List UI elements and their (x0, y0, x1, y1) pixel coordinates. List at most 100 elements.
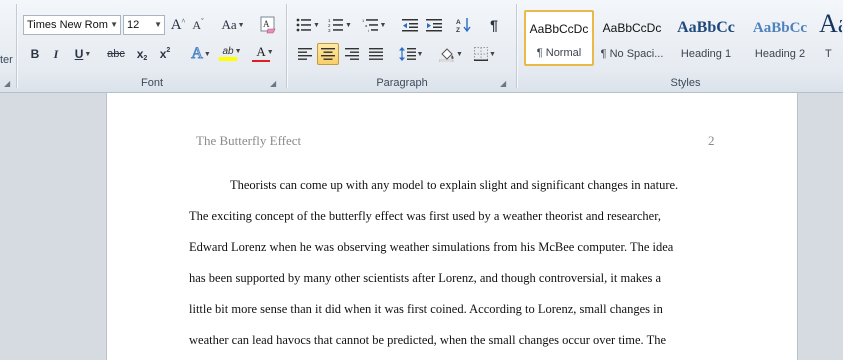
style-sample: AaBbCc (752, 20, 808, 36)
font-color-button[interactable]: A ▼ (251, 43, 279, 63)
strikethrough-icon: abc (107, 48, 125, 60)
change-case-button[interactable]: Aa ▼ (219, 15, 247, 35)
highlight-color-swatch (219, 56, 237, 61)
strikethrough-button[interactable]: abc (104, 44, 128, 64)
superscript-icon: x (159, 47, 167, 61)
borders-icon (474, 47, 489, 61)
bullets-button[interactable]: ▼ (294, 15, 322, 35)
align-right-icon (345, 48, 359, 60)
style-heading-2[interactable]: AaBbCc Heading 2 (744, 10, 816, 66)
text-line[interactable]: Edward Lorenz when he was observing weat… (189, 236, 715, 267)
font-size-value: 12 (127, 19, 140, 31)
running-header-title[interactable]: The Butterfly Effect (196, 133, 301, 149)
text-line[interactable]: has been supported by many other scienti… (189, 267, 715, 298)
superscript-button[interactable]: x2 (155, 44, 175, 64)
svg-text:i: i (368, 28, 369, 32)
text-effects-icon: A (191, 45, 204, 63)
align-center-icon (321, 48, 335, 60)
style-sample: AaBbCcDc (602, 21, 662, 35)
underline-button[interactable]: U ▼ (70, 44, 96, 64)
document-body[interactable]: Theorists can come up with any model to … (189, 174, 715, 360)
multilevel-list-button[interactable]: 1 a i ▼ (359, 15, 389, 35)
multilevel-list-icon: 1 a i (362, 18, 378, 32)
style-name: Heading 1 (680, 48, 732, 60)
document-workspace: The Butterfly Effect 2 Theorists can com… (0, 93, 843, 360)
underline-icon: U (74, 47, 84, 61)
text-line[interactable]: The exciting concept of the butterfly ef… (189, 205, 715, 236)
svg-text:A: A (456, 19, 461, 26)
font-dialog-launcher-icon[interactable]: ◢ (270, 80, 278, 88)
text-line[interactable]: weather can lead havocs that cannot be p… (189, 329, 715, 360)
ribbon: ter ◢ Times New Rom ▼ 12 ▼ A^ Aˇ Aa▼ A (0, 0, 843, 93)
paragraph-group: ▼ 1 2 3 ▼ 1 a i ▼ A Z ¶ ▼ ▼ ▼ Paragraph … (288, 0, 516, 92)
font-size-combo[interactable]: 12 ▼ (123, 15, 165, 35)
decrease-indent-icon (402, 19, 418, 32)
justify-button[interactable] (365, 44, 387, 64)
font-color-icon: A (256, 44, 266, 59)
clear-formatting-button[interactable]: A (257, 14, 279, 36)
highlighter-icon: ab (222, 45, 234, 57)
separator (16, 4, 17, 88)
justify-icon (369, 48, 383, 60)
paragraph-group-label: Paragraph (376, 77, 428, 89)
shading-button[interactable]: ▼ (436, 44, 466, 64)
align-center-button[interactable] (317, 43, 339, 65)
style-name: ¶ Normal (536, 47, 582, 59)
text-line[interactable]: little bit more sense than it did when i… (189, 298, 715, 329)
show-formatting-button[interactable]: ¶ (484, 15, 504, 35)
font-group-label: Font (140, 77, 163, 89)
clear-formatting-icon: A (260, 16, 276, 34)
document-page[interactable]: The Butterfly Effect 2 Theorists can com… (107, 93, 797, 360)
page-number[interactable]: 2 (708, 133, 715, 149)
separator (286, 4, 287, 88)
style-sample: Aa (819, 10, 842, 38)
style-normal[interactable]: AaBbCcDc ¶ Normal (524, 10, 594, 66)
subscript-icon: x (136, 47, 144, 61)
bullets-icon (296, 18, 312, 32)
font-name-value: Times New Rom (27, 19, 108, 31)
paint-bucket-icon (439, 47, 454, 62)
svg-text:3: 3 (328, 28, 331, 32)
grow-font-button[interactable]: A ^ (169, 15, 187, 35)
font-name-combo[interactable]: Times New Rom ▼ (23, 15, 121, 35)
numbering-button[interactable]: 1 2 3 ▼ (326, 15, 354, 35)
grow-font-icon: A (170, 16, 182, 33)
style-sample: AaBbCc (677, 19, 735, 36)
style-sample: AaBbCcDc (529, 22, 589, 36)
increase-indent-icon (426, 19, 442, 32)
pilcrow-icon: ¶ (490, 17, 498, 33)
styles-gallery: AaBbCcDc ¶ Normal AaBbCcDc ¶ No Spaci...… (522, 8, 843, 70)
clipboard-partial-label[interactable]: ter (0, 54, 13, 66)
text-line[interactable]: Theorists can come up with any model to … (189, 174, 715, 205)
align-left-icon (298, 48, 312, 60)
style-no-spacing[interactable]: AaBbCcDc ¶ No Spaci... (597, 10, 667, 66)
chevron-down-icon[interactable]: ▼ (154, 16, 162, 34)
increase-indent-button[interactable] (423, 15, 445, 35)
svg-text:Z: Z (456, 27, 460, 33)
chevron-down-icon[interactable]: ▼ (110, 16, 118, 34)
subscript-button[interactable]: x2 (132, 44, 152, 64)
sort-az-icon: A Z (456, 18, 471, 33)
change-case-icon: Aa (221, 17, 237, 32)
paragraph-dialog-launcher-icon[interactable]: ◢ (500, 80, 508, 88)
align-left-button[interactable] (294, 44, 316, 64)
line-spacing-icon (398, 47, 416, 61)
clipboard-group: ter ◢ (0, 0, 14, 92)
shrink-font-button[interactable]: Aˇ (189, 15, 207, 35)
bold-button[interactable]: B (26, 44, 44, 64)
highlight-button[interactable]: ab ▼ (218, 43, 246, 63)
separator (516, 4, 517, 88)
align-right-button[interactable] (341, 44, 363, 64)
line-spacing-button[interactable]: ▼ (396, 44, 426, 64)
sort-button[interactable]: A Z (453, 15, 475, 35)
font-color-swatch (252, 60, 270, 62)
borders-button[interactable]: ▼ (470, 44, 500, 64)
text-effects-button[interactable]: A ▼ (188, 44, 214, 64)
style-title[interactable]: Aa T (818, 10, 843, 66)
italic-icon: I (53, 46, 59, 61)
style-heading-1[interactable]: AaBbCc Heading 1 (670, 10, 742, 66)
clipboard-launcher-icon[interactable]: ◢ (4, 80, 12, 88)
bold-icon: B (30, 47, 40, 61)
italic-button[interactable]: I (47, 44, 65, 64)
decrease-indent-button[interactable] (399, 15, 421, 35)
